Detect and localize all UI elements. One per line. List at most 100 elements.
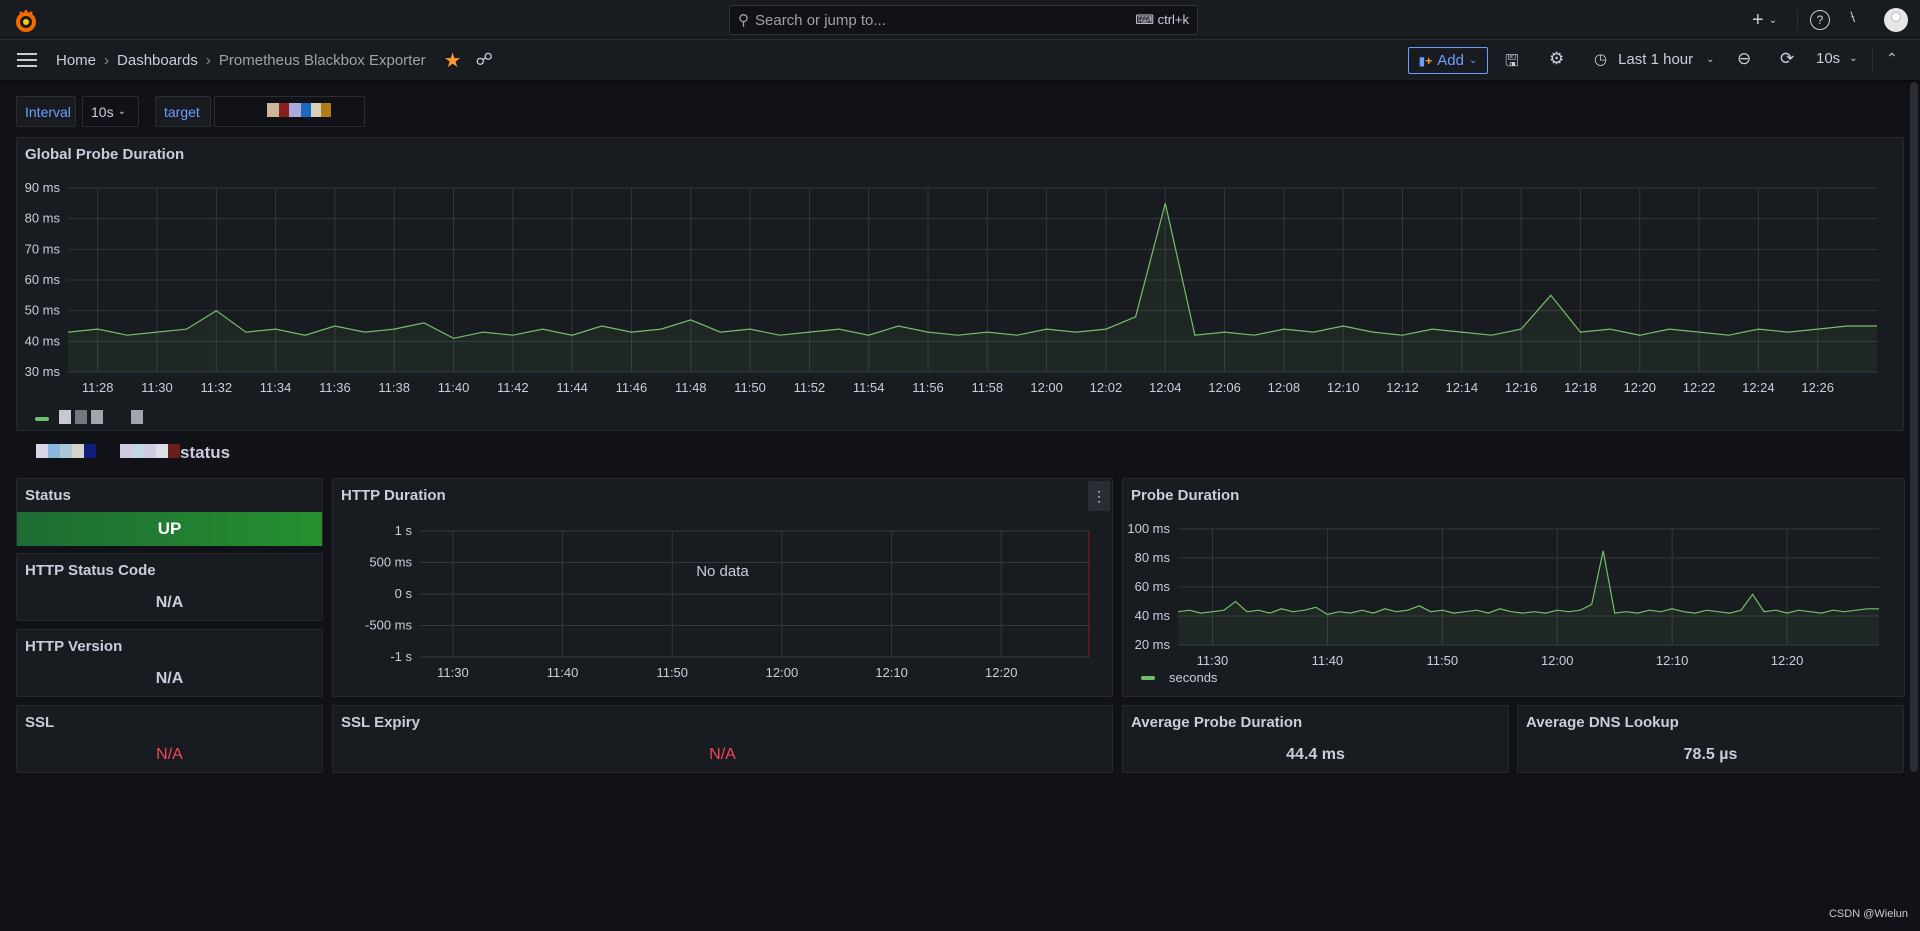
gear-icon[interactable]: ⚙	[1549, 49, 1564, 69]
redacted-row-name	[36, 443, 180, 463]
x-tick-label: 12:20	[1771, 653, 1804, 668]
y-tick-label: 1 s	[395, 523, 413, 538]
chevron-down-icon: ⌄	[1468, 55, 1478, 66]
y-tick-label: 40 ms	[25, 333, 61, 348]
variable-target-select[interactable]	[214, 96, 365, 127]
panel-title: Average DNS Lookup	[1526, 714, 1679, 731]
x-tick-label: 12:00	[1030, 380, 1063, 395]
divider	[1872, 48, 1873, 72]
avatar[interactable]	[1884, 8, 1908, 32]
legend-swatch	[1141, 675, 1155, 680]
variable-interval-select[interactable]: 10s ⌄	[82, 96, 139, 127]
redacted-target	[267, 103, 331, 120]
y-tick-label: 90 ms	[25, 180, 61, 195]
x-tick-label: 12:00	[766, 665, 799, 680]
rss-icon[interactable]: ⧷	[1850, 9, 1855, 27]
star-icon[interactable]: ★	[444, 48, 462, 73]
average-probe-duration-value: 44.4 ms	[1286, 746, 1345, 763]
row-header[interactable]: status	[36, 443, 230, 463]
ssl-expiry-panel: SSL Expiry N/A	[332, 705, 1113, 773]
chevron-down-icon: ⌄	[1706, 53, 1715, 65]
breadcrumb-home[interactable]: Home	[56, 52, 96, 69]
x-tick-label: 11:52	[794, 380, 826, 395]
http-status-code-panel: HTTP Status Code N/A	[16, 553, 323, 621]
panel-title: Probe Duration	[1131, 487, 1240, 504]
panel-title: HTTP Version	[25, 638, 123, 655]
x-tick-label: 12:22	[1683, 380, 1716, 395]
chevron-down-icon: ⌄	[1849, 53, 1858, 64]
legend-item-seconds[interactable]: seconds	[1141, 670, 1217, 685]
http-duration-chart[interactable]: -1 s-500 ms0 s500 ms1 s11:30 11:40 11:50 12…	[333, 519, 1114, 689]
add-button[interactable]: ▮+ Add ⌄	[1408, 47, 1488, 74]
no-data-message: No data	[696, 563, 749, 580]
global-probe-duration-panel: Global Probe Duration 30 ms 40 ms 50 ms 60 …	[16, 137, 1904, 431]
x-tick-label: 11:46	[616, 380, 648, 395]
probe-duration-panel: Probe Duration 20 ms 40 ms 60 ms 80 ms 100 m…	[1122, 478, 1905, 697]
x-tick-label: 12:10	[1656, 653, 1689, 668]
x-tick-label: 12:18	[1564, 380, 1597, 395]
keyboard-icon: ⌨	[1135, 12, 1158, 27]
variable-interval-label: Interval	[16, 96, 76, 127]
help-icon[interactable]: ?	[1810, 10, 1830, 30]
panel-title: HTTP Duration	[341, 487, 446, 504]
refresh-interval-picker[interactable]: 10s ⌄	[1816, 50, 1858, 67]
x-tick-label: 11:32	[200, 380, 232, 395]
new-button[interactable]: + ⌄	[1752, 9, 1777, 32]
refresh-icon[interactable]: ⟳	[1780, 49, 1794, 69]
probe-duration-chart[interactable]: 20 ms 40 ms 60 ms 80 ms 100 ms 11:30 11:40 11:5…	[1123, 519, 1906, 669]
y-tick-label: 50 ms	[25, 303, 61, 318]
x-tick-label: 11:50	[734, 380, 766, 395]
x-tick-label: 12:00	[1541, 653, 1574, 668]
global-probe-duration-chart[interactable]: 30 ms 40 ms 50 ms 60 ms 70 ms 80 ms 90 ms 11:28…	[17, 178, 1905, 398]
scrollbar[interactable]	[1910, 82, 1918, 772]
x-tick-label: 11:58	[972, 380, 1004, 395]
ssl-panel: SSL N/A	[16, 705, 323, 773]
average-dns-lookup-value: 78.5 µs	[1683, 746, 1738, 763]
y-tick-label: 80 ms	[25, 211, 61, 226]
panel-title: Global Probe Duration	[25, 146, 185, 163]
save-icon[interactable]: 🖫	[1505, 50, 1519, 77]
panel-menu-icon[interactable]: ⋮	[1088, 481, 1110, 511]
series-area	[1178, 550, 1879, 645]
ssl-expiry-value: N/A	[709, 746, 736, 763]
x-tick-label: 11:30	[1197, 653, 1229, 668]
x-tick-label: 11:34	[260, 380, 292, 395]
x-tick-label: 12:02	[1090, 380, 1123, 395]
x-tick-label: 12:16	[1505, 380, 1538, 395]
search-input[interactable]: ⚲ Search or jump to... ⌨ ctrl+k	[729, 5, 1198, 35]
x-tick-label: 11:54	[853, 380, 885, 395]
http-version-panel: HTTP Version N/A	[16, 629, 323, 697]
x-tick-label: 11:36	[319, 380, 351, 395]
series-line	[1177, 550, 1879, 616]
ssl-value: N/A	[156, 746, 183, 763]
x-tick-label: 11:30	[141, 380, 173, 395]
plus-icon: +	[1752, 9, 1764, 31]
panel-title: SSL Expiry	[341, 714, 420, 731]
y-tick-label: 60 ms	[25, 272, 61, 287]
http-status-code-value: N/A	[155, 594, 184, 611]
x-tick-label: 11:50	[656, 665, 688, 680]
series-area	[68, 203, 1877, 372]
zoom-out-icon[interactable]: ⊖	[1737, 49, 1751, 69]
x-tick-label: 12:08	[1268, 380, 1301, 395]
collapse-icon[interactable]: ⌃	[1886, 50, 1898, 67]
x-tick-label: 12:10	[875, 665, 908, 680]
breadcrumb-dashboards[interactable]: Dashboards	[117, 52, 198, 69]
y-tick-label: 20 ms	[1135, 637, 1171, 652]
y-tick-label: 60 ms	[1135, 579, 1171, 594]
grafana-logo[interactable]	[14, 8, 38, 34]
chevron-down-icon: ⌄	[1768, 15, 1778, 26]
time-picker[interactable]: ◷ Last 1 hour ⌄	[1594, 50, 1715, 69]
share-icon[interactable]: ☍	[476, 50, 493, 70]
redacted-legend[interactable]	[59, 410, 143, 427]
legend-swatch	[35, 416, 49, 421]
y-tick-label: 80 ms	[1135, 550, 1171, 565]
y-tick-label: 70 ms	[25, 241, 61, 256]
panel-title: Status	[25, 487, 71, 504]
y-tick-label: -500 ms	[365, 618, 412, 633]
x-tick-label: 11:40	[438, 380, 470, 395]
top-bar: ⚲ Search or jump to... ⌨ ctrl+k + ⌄ ? ⧷	[0, 0, 1920, 40]
x-tick-label: 11:48	[675, 380, 707, 395]
menu-icon[interactable]	[16, 50, 38, 70]
x-tick-label: 11:40	[547, 665, 579, 680]
